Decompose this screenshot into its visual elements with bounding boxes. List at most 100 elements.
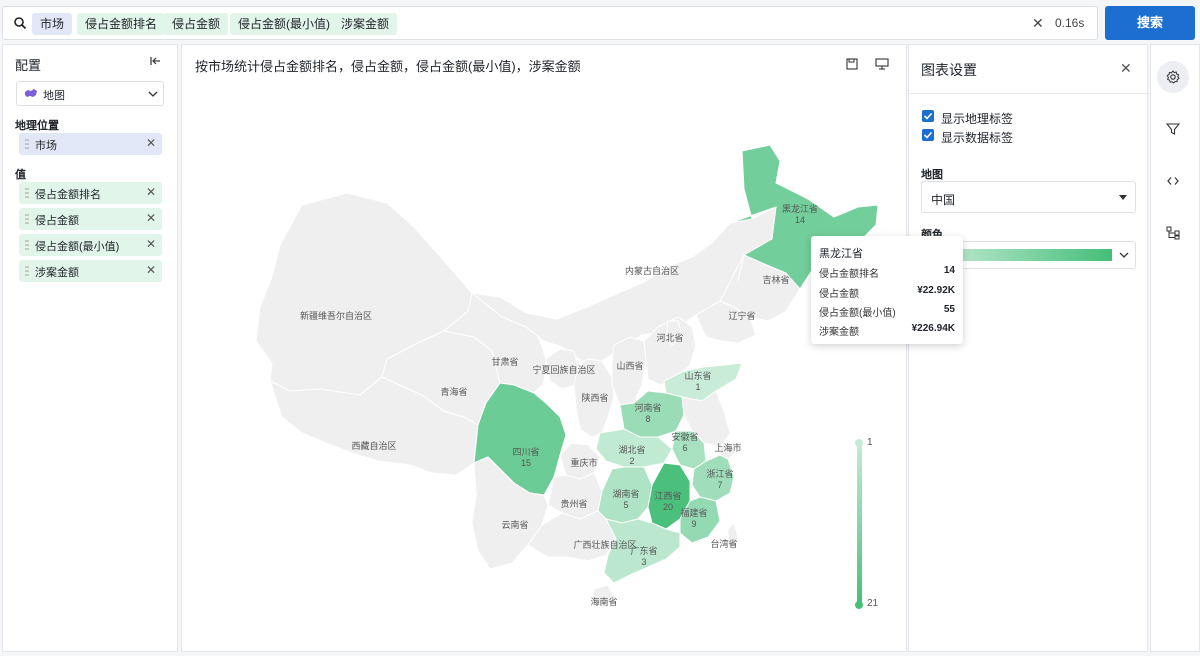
province-label-liaoning: 辽宁省 [728, 310, 755, 321]
province-value-hunan: 5 [623, 500, 628, 510]
tooltip-value: ¥22.92K [917, 285, 955, 296]
search-icon [14, 17, 27, 30]
tooltip-key: 侵占金额 [819, 289, 859, 300]
province-label-heilongjiang: 黑龙江省 [782, 203, 818, 214]
drag-handle-icon[interactable] [25, 239, 29, 251]
tooltip-value: ¥226.94K [911, 323, 955, 334]
chart-type-label: 地图 [43, 90, 65, 102]
tooltip-value: 55 [943, 304, 955, 315]
value-field-amount-min[interactable]: 侵占金额(最小值) ✕ [19, 234, 162, 256]
search-button[interactable]: 搜索 [1105, 6, 1195, 40]
legend-max-label: 21 [867, 598, 879, 609]
hierarchy-tool-button[interactable] [1157, 217, 1189, 249]
province-label-ningxia: 宁夏回族自治区 [532, 364, 595, 375]
tooltip-title: 黑龙江省 [819, 248, 863, 260]
province-guizhou[interactable] [547, 472, 603, 520]
remove-field-icon[interactable]: ✕ [146, 211, 156, 225]
search-input[interactable]: 市场 侵占金额排名 侵占金额 侵占金额(最小值) 涉案金额 ✕ 0.16s [2, 6, 1098, 40]
province-label-hunan: 湖南省 [612, 488, 639, 499]
province-label-hubei: 湖北省 [618, 444, 645, 455]
geo-field-market[interactable]: 市场 ✕ [19, 133, 162, 155]
config-title: 配置 [15, 58, 42, 73]
close-icon[interactable]: ✕ [1120, 60, 1132, 77]
tooltip-key: 涉案金额 [819, 327, 859, 338]
province-label-taiwan: 台湾省 [710, 538, 737, 549]
drag-handle-icon[interactable] [25, 213, 29, 225]
province-value-heilongjiang: 14 [795, 215, 805, 225]
hierarchy-icon [1166, 226, 1180, 240]
map-label: 地图 [921, 169, 943, 181]
province-shanxi[interactable] [611, 336, 647, 406]
province-value-zhejiang: 7 [717, 480, 722, 490]
search-chip-rank[interactable]: 侵占金额排名 [77, 13, 166, 35]
search-chip-amount[interactable]: 侵占金额 [164, 13, 229, 35]
show-data-labels-label: 显示数据标签 [941, 131, 1014, 145]
chevron-down-icon [148, 91, 158, 97]
china-map: 新疆维吾尔自治区西藏自治区 青海省 甘肃省 内蒙古自治区宁夏回族自治区陕西省 山西省 河北… [255, 144, 879, 608]
remove-field-icon[interactable]: ✕ [146, 136, 156, 150]
remove-field-icon[interactable]: ✕ [146, 185, 156, 199]
province-label-shanghai: 上海市 [714, 442, 741, 453]
province-value-guangdong: 3 [641, 557, 646, 567]
show-data-labels-checkbox[interactable] [922, 129, 934, 141]
province-value-hubei: 2 [629, 456, 634, 466]
field-label: 侵占金额排名 [35, 189, 101, 201]
divider [909, 93, 1149, 94]
drag-handle-icon[interactable] [25, 138, 29, 150]
search-chip-case-amount[interactable]: 涉案金额 [333, 13, 398, 35]
field-label: 市场 [35, 140, 57, 152]
map-select[interactable]: 中国 [921, 181, 1136, 213]
province-label-zhejiang: 浙江省 [706, 468, 733, 479]
province-label-gansu: 甘肃省 [491, 356, 518, 367]
tooltip-value: 14 [943, 265, 955, 276]
remove-field-icon[interactable]: ✕ [146, 263, 156, 277]
search-bar: 市场 侵占金额排名 侵占金额 侵占金额(最小值) 涉案金额 ✕ 0.16s 搜索 [0, 0, 1200, 44]
drag-handle-icon[interactable] [25, 265, 29, 277]
province-label-shanxi: 山西省 [616, 360, 643, 371]
province-label-yunnan: 云南省 [501, 519, 528, 530]
tooltip-key: 侵占金额排名 [819, 269, 879, 280]
clear-search-icon[interactable]: ✕ [1032, 15, 1044, 32]
code-tool-button[interactable] [1157, 165, 1189, 197]
color-legend-bar [857, 443, 862, 605]
province-value-jiangxi: 20 [663, 502, 673, 512]
province-value-henan: 8 [645, 414, 650, 424]
province-label-henan: 河南省 [634, 402, 661, 413]
filter-icon [1166, 123, 1180, 135]
legend-min-handle[interactable] [855, 439, 863, 447]
right-toolbar [1150, 44, 1200, 652]
code-icon [1167, 177, 1179, 185]
map-type-icon [25, 89, 37, 97]
settings-tool-button[interactable] [1157, 61, 1189, 93]
tooltip-key: 侵占金额(最小值) [819, 308, 896, 319]
chevron-down-icon [1119, 252, 1129, 258]
search-chip-market[interactable]: 市场 [32, 13, 73, 35]
chart-area: 按市场统计侵占金额排名，侵占金额，侵占金额(最小值)，涉案金额 新疆维吾尔自治区… [181, 44, 907, 652]
province-label-hebei: 河北省 [656, 332, 683, 343]
query-elapsed-time: 0.16s [1055, 16, 1085, 30]
remove-field-icon[interactable]: ✕ [146, 237, 156, 251]
value-section-title: 值 [15, 169, 26, 181]
legend-max-handle[interactable] [855, 601, 863, 609]
province-label-neimenggu: 内蒙古自治区 [625, 265, 679, 276]
province-label-chongqing: 重庆市 [570, 457, 597, 468]
settings-title: 图表设置 [921, 62, 977, 78]
field-label: 侵占金额 [35, 215, 79, 227]
collapse-panel-icon[interactable] [149, 55, 161, 67]
province-value-anhui: 6 [682, 443, 687, 453]
show-geo-labels-checkbox[interactable] [922, 110, 934, 122]
filter-tool-button[interactable] [1157, 113, 1189, 145]
value-field-case-amount[interactable]: 涉案金额 ✕ [19, 260, 162, 282]
drag-handle-icon[interactable] [25, 187, 29, 199]
value-field-rank[interactable]: 侵占金额排名 ✕ [19, 182, 162, 204]
province-label-guizhou: 贵州省 [560, 498, 587, 509]
search-chip-amount-min[interactable]: 侵占金额(最小值) [230, 13, 338, 35]
province-value-shandong: 1 [695, 382, 700, 392]
value-field-amount[interactable]: 侵占金额 ✕ [19, 208, 162, 230]
province-value-fujian: 9 [691, 519, 696, 529]
legend-min-label: 1 [867, 437, 873, 448]
geo-section-title: 地理位置 [15, 120, 59, 132]
province-label-guangxi: 广西壮族自治区 [573, 539, 636, 550]
province-label-anhui: 安徽省 [671, 431, 698, 442]
chart-type-select[interactable]: 地图 [16, 81, 164, 106]
